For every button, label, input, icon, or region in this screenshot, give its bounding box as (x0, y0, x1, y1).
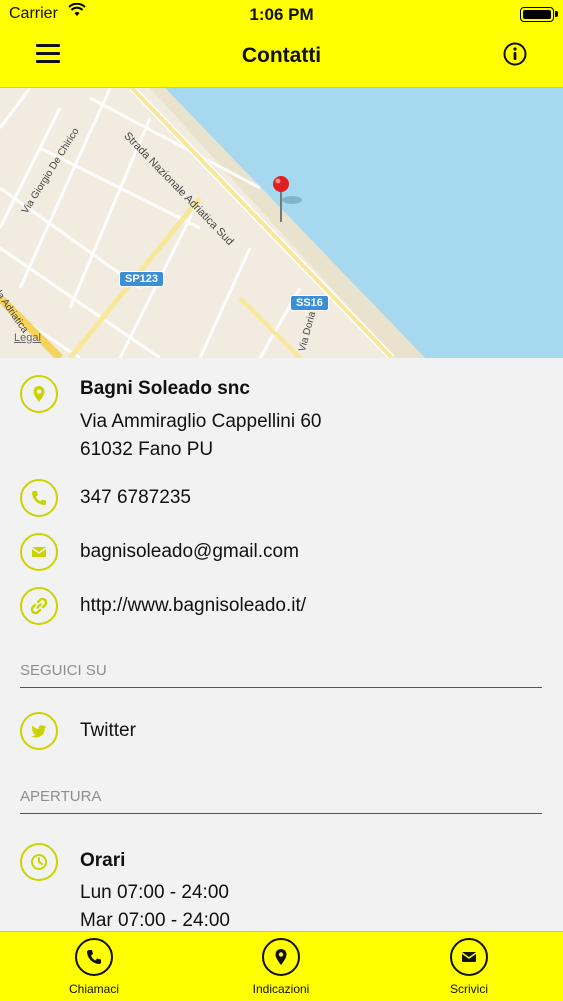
email-address: bagnisoleado@gmail.com (80, 541, 299, 562)
tab-indicazioni[interactable]: Indicazioni (221, 932, 341, 1001)
bottom-tab-bar: Chiamaci Indicazioni Scrivici (0, 931, 563, 1001)
phone-number: 347 6787235 (80, 487, 191, 508)
clock-icon (20, 843, 58, 881)
phone-icon (75, 938, 113, 976)
tab-label: Scrivici (450, 982, 488, 996)
link-icon (20, 587, 58, 625)
map-legal-link[interactable]: Legal (14, 332, 41, 344)
road-badge-sp: SP123 (119, 271, 165, 287)
twitter-label: Twitter (80, 720, 136, 741)
clock: 1:06 PM (249, 5, 314, 24)
navigation-bar: Contatti (0, 30, 563, 88)
battery-icon (520, 7, 558, 22)
address-line-2: 61032 Fano PU (80, 439, 214, 460)
hours-title: Orari (80, 850, 126, 871)
business-name: Bagni Soleado snc (80, 378, 250, 399)
website-url: http://www.bagnisoleado.it/ (80, 595, 307, 616)
hours-line: Lun 07:00 - 24:00 (80, 882, 229, 903)
location-pin-icon (20, 375, 58, 413)
tab-chiamaci[interactable]: Chiamaci (34, 932, 154, 1001)
info-icon[interactable] (503, 42, 527, 66)
envelope-icon (450, 938, 488, 976)
tab-label: Indicazioni (252, 982, 310, 996)
page-title: Contatti (241, 44, 322, 67)
social-section-header: SEGUICI SU (20, 662, 542, 688)
envelope-icon (20, 533, 58, 571)
status-bar: Carrier 1:06 PM (0, 0, 563, 30)
road-badge-ss: SS16 (290, 295, 329, 311)
address-line-1: Via Ammiraglio Cappellini 60 (80, 411, 322, 432)
tab-label: Chiamaci (68, 982, 119, 996)
location-map[interactable]: Strada Nazionale Adriatica Sud Via Giorg… (0, 88, 563, 358)
hours-line: Mar 07:00 - 24:00 (80, 910, 230, 931)
tab-scrivici[interactable]: Scrivici (409, 932, 529, 1001)
phone-icon (20, 479, 58, 517)
map-pin-icon (262, 938, 300, 976)
opening-section-header: APERTURA (20, 788, 542, 814)
twitter-icon (20, 712, 58, 750)
